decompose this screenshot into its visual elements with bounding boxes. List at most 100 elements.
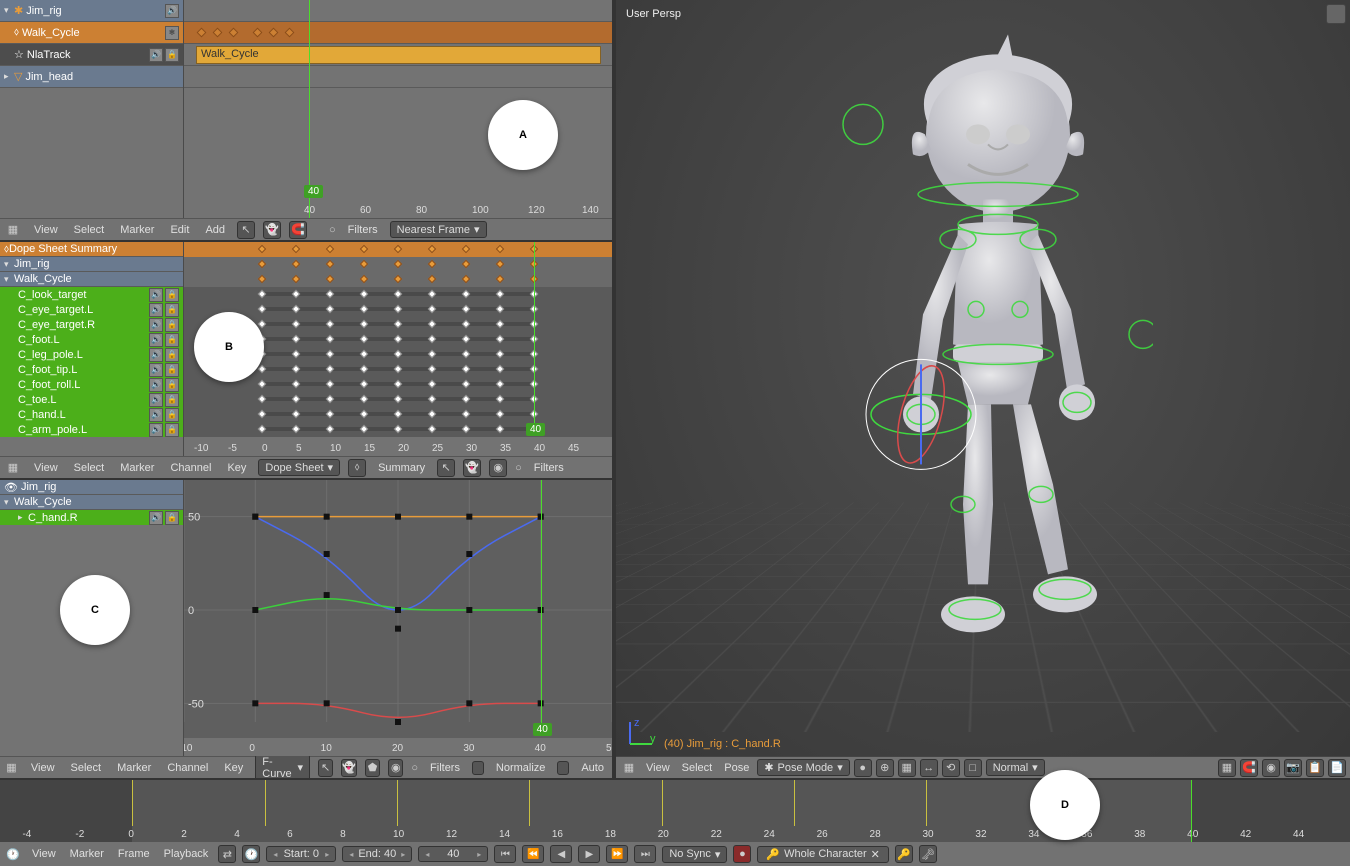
speaker-icon[interactable]: 🔊 [149,511,163,525]
tree-row-jim-rig[interactable]: ▾ ✱ Jim_rig 🔊 [0,0,183,22]
character-model[interactable] [813,24,1153,704]
keyframe-icon[interactable] [394,275,402,283]
menu-view[interactable]: View [27,760,59,776]
eye-icon[interactable]: 👁 [4,481,18,494]
paste-icon[interactable]: 📄 [1328,759,1346,777]
lock-icon[interactable]: 🔒 [165,378,179,392]
keyframe-line[interactable] [794,780,795,826]
manipulator-scale-icon[interactable]: □ [964,759,982,777]
lock-icon[interactable]: 🔒 [165,318,179,332]
keyframe-next-icon[interactable]: ⏩ [606,845,628,863]
proportional-icon[interactable]: ◉ [1262,759,1280,777]
keyframe-line[interactable] [662,780,663,826]
keyframe-icon[interactable] [394,260,402,268]
keyframe-icon[interactable] [394,245,402,253]
keyframe-icon[interactable] [428,245,436,253]
bone-row[interactable]: C_look_target🔊🔒 [0,287,183,302]
record-icon[interactable]: ● [733,845,751,863]
overlay-plus-icon[interactable] [1326,4,1346,24]
keyframe-icon[interactable] [462,260,470,268]
snap-mode-dropdown[interactable]: Nearest Frame▾ [390,221,487,238]
editor-type-icon[interactable]: ▦ [4,221,22,239]
menu-key[interactable]: Key [223,460,250,476]
lock-icon[interactable]: 🔒 [165,511,179,525]
keyframe-icon[interactable] [326,245,334,253]
keyframe-icon[interactable] [360,260,368,268]
tree-row-nla-track[interactable]: ☆ NlaTrack 🔊🔒 [0,44,183,66]
keyframe-icon[interactable] [258,260,266,268]
graph-area[interactable]: 500-50 40 -1001020304050 [184,480,612,756]
menu-playback[interactable]: Playback [160,846,213,862]
bone-row[interactable]: C_eye_target.L🔊🔒 [0,302,183,317]
menu-marker[interactable]: Marker [66,846,108,862]
pivot-icon[interactable]: ⊕ [876,759,894,777]
menu-channel[interactable]: Channel [163,760,212,776]
key-delete-icon[interactable]: 🗝 [919,845,937,863]
dope-tree[interactable]: ⬨Dope Sheet Summary ▾Jim_rig ▾Walk_Cycle… [0,242,184,456]
manipulator-rot-icon[interactable]: ⟲ [942,759,960,777]
snap-icon[interactable]: 🧲 [1240,759,1258,777]
menu-marker[interactable]: Marker [116,222,158,238]
speaker-icon[interactable]: 🔊 [165,4,179,18]
menu-select[interactable]: Select [67,760,106,776]
menu-frame[interactable]: Frame [114,846,154,862]
mode-dropdown[interactable]: Dope Sheet▾ [258,459,340,476]
keyframe-icon[interactable] [292,275,300,283]
bone-row[interactable]: C_hand.L🔊🔒 [0,407,183,422]
jump-start-icon[interactable]: ⏮ [494,845,516,863]
keyframe-icon[interactable] [428,260,436,268]
orientation-dropdown[interactable]: Normal▾ [986,759,1045,776]
playhead[interactable] [541,480,542,736]
lock-icon[interactable]: 🔒 [165,408,179,422]
shading-solid-icon[interactable]: ● [854,759,872,777]
menu-view[interactable]: View [642,760,674,776]
menu-marker[interactable]: Marker [116,460,158,476]
keyframe-icon[interactable] [258,245,266,253]
editor-type-icon[interactable]: ▦ [4,759,19,777]
cursor-icon[interactable]: ↖ [237,221,255,239]
bone-row[interactable]: C_arm_pole.L🔊🔒 [0,422,183,437]
keyframe-icon[interactable] [326,275,334,283]
keyframe-icon[interactable] [292,245,300,253]
keyframe-line[interactable] [529,780,530,826]
tree-row-jim-head[interactable]: ▸ ▽ Jim_head [0,66,183,88]
keyframe-prev-icon[interactable]: ⏪ [522,845,544,863]
keyframe-icon[interactable] [213,28,223,38]
menu-select[interactable]: Select [678,760,717,776]
render-icon[interactable]: 📷 [1284,759,1302,777]
bone-row[interactable]: C_foot_roll.L🔊🔒 [0,377,183,392]
speaker-icon[interactable]: 🔊 [149,363,163,377]
lock-icon[interactable]: 🔒 [165,48,179,62]
menu-select[interactable]: Select [70,460,109,476]
layers-grid-icon[interactable]: ▦ [1218,759,1236,777]
playhead[interactable] [1191,780,1192,842]
keyframe-line[interactable] [265,780,266,826]
proportional-icon[interactable]: ◉ [388,759,403,777]
summary-icon[interactable]: ⬨ [348,459,366,477]
handle-icon[interactable]: ⬟ [365,759,380,777]
cursor-icon[interactable]: ↖ [318,759,333,777]
speaker-icon[interactable]: 🔊 [149,408,163,422]
end-frame-field[interactable]: ◂End: 40▸ [342,846,412,862]
cursor-icon[interactable]: ↖ [437,459,455,477]
speaker-icon[interactable]: 🔊 [149,303,163,317]
speaker-icon[interactable]: 🔊 [149,423,163,437]
lock-icon[interactable]: 🔒 [165,288,179,302]
play-icon[interactable]: ▶ [578,845,600,863]
editor-type-icon[interactable]: 🕐 [4,845,22,863]
lock-icon[interactable]: 🔒 [165,303,179,317]
close-icon[interactable]: ✕ [871,848,880,861]
jump-end-icon[interactable]: ⏭ [634,845,656,863]
tree-row[interactable]: ▾Walk_Cycle [0,272,183,287]
lock-icon[interactable]: 🔒 [165,393,179,407]
keyframe-line[interactable] [397,780,398,826]
tree-row[interactable]: ▾Walk_Cycle [0,495,183,510]
timeline-area[interactable]: -4-2024681012141618202224262830323436384… [0,780,1350,842]
menu-edit[interactable]: Edit [166,222,193,238]
sync-dropdown[interactable]: No Sync▾ [662,846,727,863]
speaker-icon[interactable]: 🔊 [149,48,163,62]
key-insert-icon[interactable]: 🔑 [895,845,913,863]
speaker-icon[interactable]: 🔊 [149,348,163,362]
lock-icon[interactable]: 🔒 [165,333,179,347]
summary-row[interactable]: ⬨Dope Sheet Summary [0,242,183,257]
